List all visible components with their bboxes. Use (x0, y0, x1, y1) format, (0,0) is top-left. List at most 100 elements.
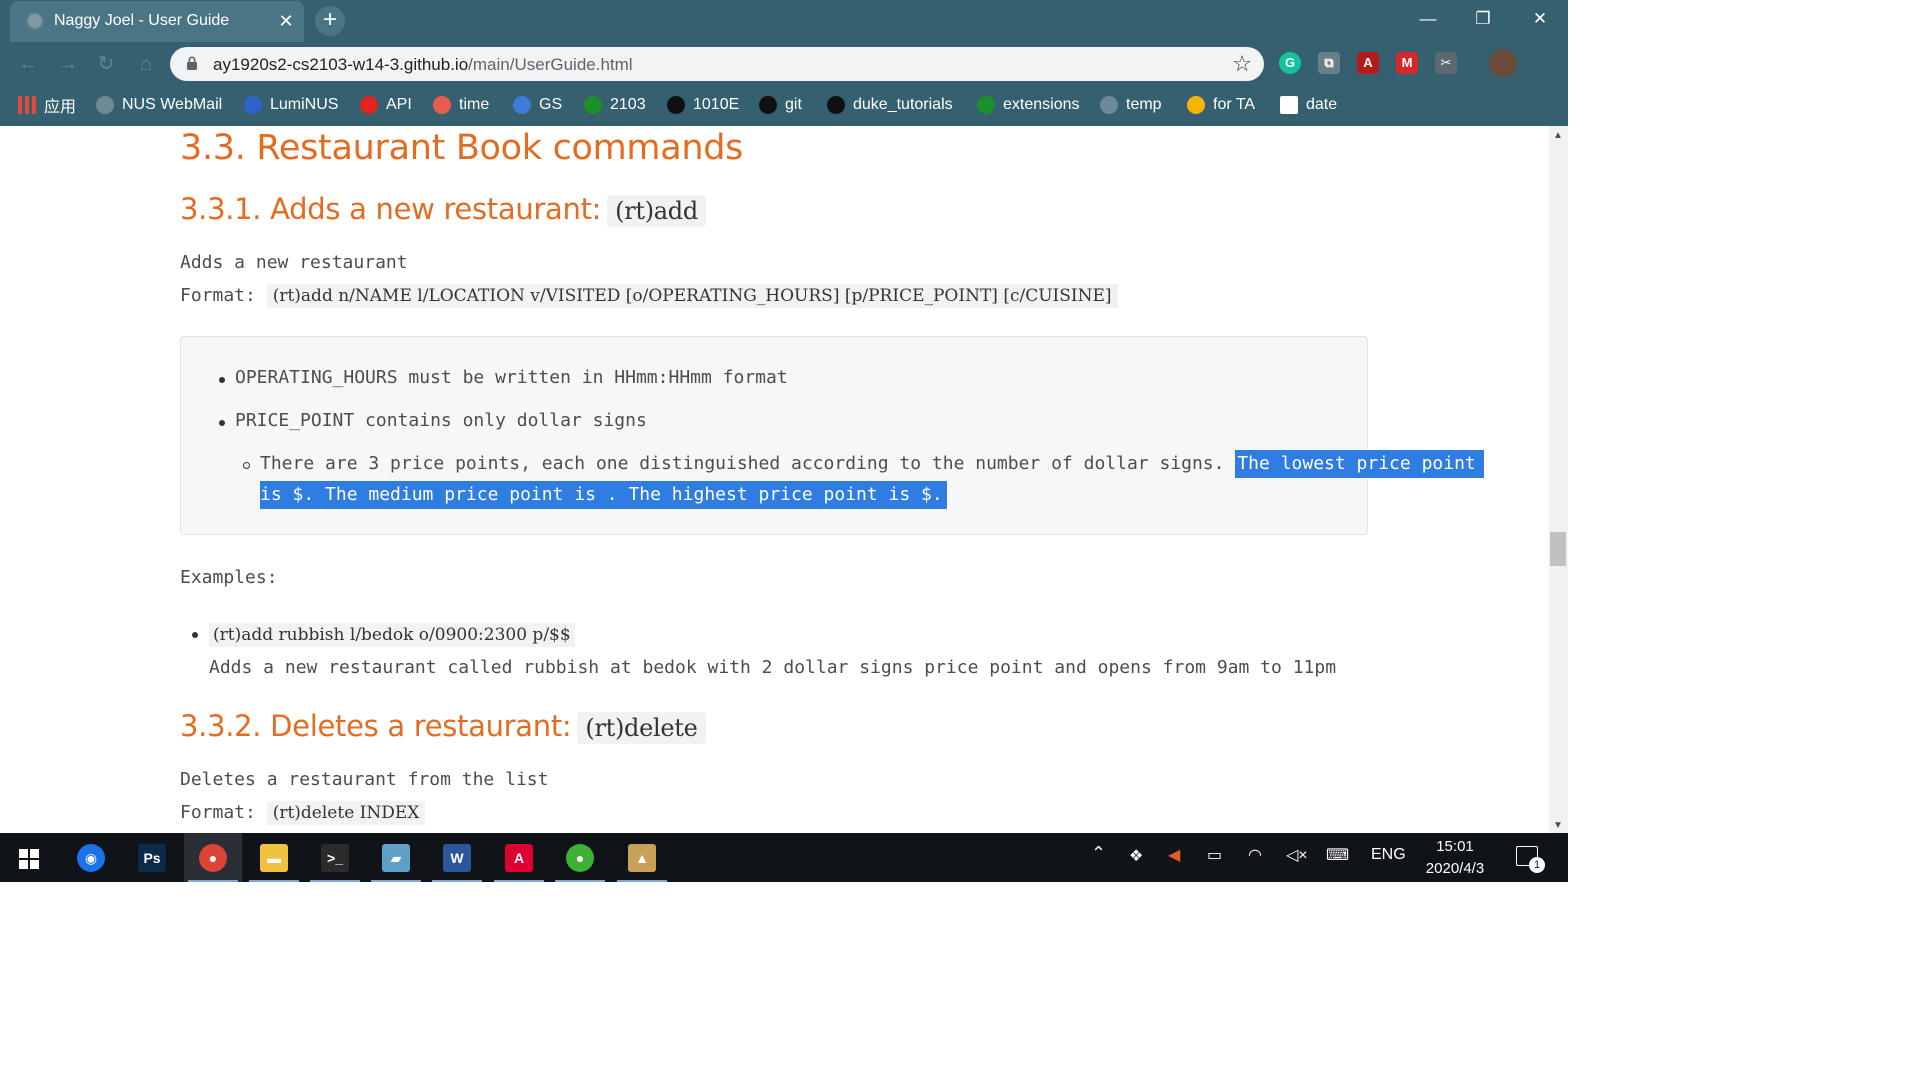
grammarly-icon[interactable]: G (1279, 52, 1301, 74)
oracle-icon (360, 96, 378, 114)
delete-description: Deletes a restaurant from the list (180, 769, 549, 790)
bookmark-label: 2103 (610, 96, 646, 113)
add-command-heading: 3.3.1. Adds a new restaurant: (rt)add (180, 192, 706, 227)
add-description: Adds a new restaurant (180, 252, 408, 273)
action-center-icon[interactable]: 1 (1516, 846, 1545, 873)
bookmark-2103[interactable]: 2103 (584, 94, 646, 116)
bookmark-1010e[interactable]: 1010E (667, 94, 739, 116)
terminal-app-button[interactable]: >_ (306, 833, 364, 882)
terminal-app-icon: >_ (321, 844, 349, 872)
running-indicator (188, 880, 238, 882)
format-label: Format: (180, 802, 256, 823)
angular-app-icon: A (505, 844, 533, 872)
clock-date: 2020/4/3 (1425, 860, 1485, 877)
close-tab-icon[interactable]: ✕ (274, 9, 298, 33)
delete-format-line: Format: (rt)delete INDEX (180, 801, 426, 825)
bookmark-date[interactable]: date (1280, 94, 1337, 116)
pdf-icon[interactable]: A (1357, 52, 1379, 74)
contacts-app-icon: ▲ (628, 844, 656, 872)
dropbox-icon[interactable]: ❖ (1129, 846, 1143, 866)
back-arrow-icon[interactable]: ← (14, 50, 42, 78)
bookmark-label: 1010E (693, 96, 740, 113)
scroll-down-arrow-icon[interactable]: ▼ (1553, 820, 1563, 831)
lock-icon[interactable] (186, 56, 198, 71)
word-app-button[interactable]: W (428, 833, 486, 882)
bookmark-label: API (386, 96, 412, 113)
page-content: 3.3. Restaurant Book commands 3.3.1. Add… (0, 126, 1549, 833)
tab-title: Naggy Joel - User Guide (54, 12, 230, 29)
subtip-line-1: There are 3 price points, each one disti… (260, 450, 1484, 478)
reload-icon[interactable]: ↻ (92, 50, 120, 78)
system-clock[interactable]: 15:01 2020/4/3 (1420, 836, 1490, 880)
bookmark-应用[interactable]: 应用 (18, 94, 76, 116)
screenshot-icon[interactable]: ✂ (1435, 52, 1457, 74)
browser-tab-active[interactable]: Naggy Joel - User Guide ✕ (10, 1, 304, 42)
subtip-plain-text: There are 3 price points, each one disti… (260, 453, 1225, 474)
new-tab-button[interactable]: + (315, 6, 345, 36)
github-icon (827, 96, 845, 114)
notes-app-button[interactable]: ▰ (367, 833, 425, 882)
delete-command-heading: 3.3.2. Deletes a restaurant: (rt)delete (180, 709, 706, 744)
show-hidden-icons-chevron-icon[interactable]: ⌃ (1091, 843, 1106, 864)
delete-heading-text: 3.3.2. Deletes a restaurant: (180, 709, 572, 743)
m-icon (433, 96, 451, 114)
volume-muted-icon[interactable]: ◁× (1286, 845, 1308, 865)
bookmark-extensions[interactable]: extensions (977, 94, 1080, 116)
profile-avatar[interactable] (1489, 49, 1517, 77)
examples-label: Examples: (180, 567, 278, 588)
bookmark-duke-tutorials[interactable]: duke_tutorials (827, 94, 953, 116)
bookmark-gs[interactable]: GS (513, 94, 562, 116)
file-explorer-app-button[interactable]: ▬ (245, 833, 303, 882)
wifi-icon[interactable]: ◠ (1248, 845, 1262, 865)
scrollbar-thumb[interactable] (1550, 532, 1566, 566)
tip-price-point: PRICE_POINT contains only dollar signs (235, 410, 647, 431)
speaker-alert-icon[interactable]: ◀ (1168, 845, 1180, 865)
bookmark-time[interactable]: time (433, 94, 489, 116)
bookmark-api[interactable]: API (360, 94, 412, 116)
url-text[interactable]: ay1920s2-cs2103-w14-3.github.io/main/Use… (213, 55, 633, 75)
home-icon[interactable]: ⌂ (132, 50, 160, 78)
globe-icon (1100, 96, 1118, 114)
example-command: (rt)add rubbish l/bedok o/0900:2300 p/$$ (209, 623, 575, 647)
leaf-icon (584, 96, 602, 114)
scroll-up-arrow-icon[interactable]: ▲ (1553, 130, 1563, 141)
bookmark-temp[interactable]: temp (1100, 94, 1162, 116)
angular-app-button[interactable]: A (490, 833, 548, 882)
bookmark-luminus[interactable]: LumiNUS (244, 94, 338, 116)
bookmark-for-ta[interactable]: for TA (1187, 94, 1255, 116)
add-heading-code: (rt)add (607, 195, 706, 227)
bookmark-label: GS (539, 96, 563, 113)
restore-window-button[interactable]: ❐ (1463, 4, 1503, 34)
bookmark-label: duke_tutorials (853, 96, 953, 113)
running-indicator (432, 880, 482, 882)
delete-heading-code: (rt)delete (577, 712, 706, 744)
bookmark-star-icon[interactable]: ☆ (1232, 51, 1252, 77)
luminus-icon (244, 96, 262, 114)
wechat-app-button[interactable]: ● (551, 833, 609, 882)
minimize-window-button[interactable]: — (1408, 4, 1448, 34)
close-window-button[interactable]: ✕ (1520, 4, 1560, 34)
add-format-line: Format: (rt)add n/NAME l/LOCATION v/VISI… (180, 284, 1118, 308)
bookmark-label: time (459, 96, 490, 113)
battery-icon[interactable]: ▭ (1207, 845, 1222, 865)
running-indicator (617, 880, 667, 882)
bookmark-nus-webmail[interactable]: NUS WebMail (96, 94, 222, 116)
leaf-icon (977, 96, 995, 114)
file-explorer-app-icon: ▬ (260, 844, 288, 872)
navigation-bar: ← → ↻ ⌂ ay1920s2-cs2103-w14-3.github.io/… (0, 42, 1568, 86)
chrome-app-button[interactable]: ● (184, 833, 242, 882)
keyboard-icon[interactable]: ⌨ (1326, 845, 1349, 865)
input-language[interactable]: ENG (1371, 846, 1406, 864)
vertical-scrollbar[interactable]: ▲ ▼ (1549, 126, 1568, 833)
bookmark-git[interactable]: git (759, 94, 802, 116)
copy-extension-icon[interactable]: ⧉ (1318, 52, 1340, 74)
maps-app-button[interactable]: ◉ (62, 833, 120, 882)
windows-start-icon[interactable] (19, 849, 39, 869)
photoshop-app-button[interactable]: Ps (123, 833, 181, 882)
contacts-app-button[interactable]: ▲ (613, 833, 671, 882)
running-indicator (371, 880, 421, 882)
running-indicator (249, 880, 299, 882)
forward-arrow-icon[interactable]: → (54, 50, 82, 78)
mendeley-icon[interactable]: M (1396, 52, 1418, 74)
address-bar[interactable]: ay1920s2-cs2103-w14-3.github.io/main/Use… (170, 47, 1264, 81)
